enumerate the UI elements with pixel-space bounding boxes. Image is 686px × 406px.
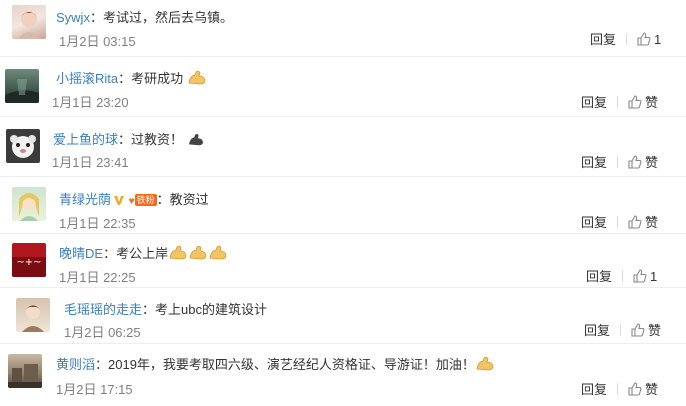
divider [617, 383, 619, 395]
like-count: 1 [654, 32, 662, 47]
reply-button[interactable]: 回复 [581, 215, 607, 230]
thumbs-up-icon [628, 382, 642, 399]
username-link[interactable]: 青绿光荫 [59, 192, 111, 207]
username-link[interactable]: 小摇滚Rita [56, 71, 118, 86]
flexed-biceps-icon [168, 245, 188, 264]
comment-date: 1月1日 22:35 [59, 216, 136, 231]
vip-v-icon [113, 194, 125, 209]
comment-actions: 回复 1 [586, 266, 657, 286]
like-button[interactable]: 赞 [628, 215, 658, 230]
avatar[interactable]: ~+~ [12, 243, 46, 277]
comment-item: 青绿光荫 ♥ 铁粉 ：教资过 1月1日 22:35 回复 赞 [0, 177, 686, 234]
comment-date: 1月2日 17:15 [56, 382, 133, 397]
comment-item: 黄则滔：2019年，我要考取四六级、演艺经纪人资格证、导游证！加油！ 1月2日 … [0, 344, 686, 406]
username-link[interactable]: 晚晴DE [59, 246, 103, 261]
comment-text: ：考公上岸 [103, 246, 169, 261]
comment-actions: 回复 赞 [581, 379, 658, 399]
comment-date: 1月1日 23:20 [52, 95, 129, 110]
reply-button[interactable]: 回复 [590, 32, 616, 47]
comment-line: 毛瑶瑶的走走：考上ubc的建筑设计 [64, 299, 267, 318]
comment-line: 青绿光荫 ♥ 铁粉 ：教资过 [59, 189, 209, 209]
comment-actions: 回复 赞 [581, 152, 658, 172]
like-label: 赞 [645, 215, 659, 230]
divider [617, 216, 619, 228]
flexed-biceps-icon [475, 356, 495, 375]
like-button[interactable]: 1 [633, 269, 657, 284]
like-button[interactable]: 赞 [628, 95, 658, 110]
thumbs-up-icon [637, 32, 651, 49]
comment-item: 毛瑶瑶的走走：考上ubc的建筑设计 1月2日 06:25 回复 赞 [0, 288, 686, 344]
avatar[interactable] [12, 5, 46, 39]
like-button[interactable]: 赞 [631, 323, 661, 338]
comment-text: ：2019年，我要考取四六级、演艺经纪人资格证、导游证！加油！ [95, 357, 475, 372]
divider [620, 324, 622, 336]
comment-line: Sywjx：考试过，然后去乌镇。 [56, 7, 233, 26]
fan-badge: ♥ 铁粉 [129, 192, 157, 207]
comment-date: 1月1日 23:41 [52, 155, 129, 170]
thumbs-up-icon [631, 323, 645, 340]
like-button[interactable]: 赞 [628, 382, 658, 397]
reply-button[interactable]: 回复 [581, 382, 607, 397]
like-label: 赞 [645, 382, 659, 397]
comment-line: 黄则滔：2019年，我要考取四六级、演艺经纪人资格证、导游证！加油！ [56, 354, 495, 375]
heart-icon: ♥ [128, 196, 135, 207]
flexed-biceps-icon [188, 245, 208, 264]
reply-button[interactable]: 回复 [581, 95, 607, 110]
comment-line: 爱上鱼的球：过教资！ [53, 129, 205, 150]
reply-button[interactable]: 回复 [586, 269, 612, 284]
comment-actions: 回复 赞 [584, 320, 661, 340]
comment-actions: 回复 赞 [581, 212, 658, 232]
comment-text: ：考研成功 [118, 71, 184, 86]
comment-item: ~+~ 晚晴DE：考公上岸 1月1日 22:25 回复 1 [0, 234, 686, 288]
comment-text: ：考上ubc的建筑设计 [142, 302, 267, 317]
divider [622, 270, 624, 282]
comment-date: 1月2日 03:15 [59, 34, 136, 49]
reply-button[interactable]: 回复 [581, 155, 607, 170]
comment-line: 小摇滚Rita：考研成功 [56, 68, 207, 89]
svg-text:~+~: ~+~ [16, 257, 41, 268]
avatar[interactable] [16, 298, 50, 332]
comment-actions: 回复 1 [590, 29, 661, 49]
avatar[interactable] [6, 129, 40, 163]
flexed-biceps-icon [187, 133, 205, 150]
username-link[interactable]: 爱上鱼的球 [53, 132, 118, 147]
comment-item: 爱上鱼的球：过教资！ 1月1日 23:41 回复 赞 [0, 117, 686, 177]
comment-item: 小摇滚Rita：考研成功 1月1日 23:20 回复 赞 [0, 57, 686, 117]
like-button[interactable]: 1 [637, 32, 661, 47]
comment-actions: 回复 赞 [581, 92, 658, 112]
thumbs-up-icon [633, 269, 647, 286]
like-count: 1 [650, 269, 658, 284]
thumbs-up-icon [628, 95, 642, 112]
avatar[interactable] [8, 354, 42, 388]
comment-text: ：教资过 [156, 192, 209, 207]
username-link[interactable]: 毛瑶瑶的走走 [64, 302, 142, 317]
comment-line: 晚晴DE：考公上岸 [59, 243, 228, 264]
like-button[interactable]: 赞 [628, 155, 658, 170]
fan-badge-label: 铁粉 [134, 194, 157, 206]
flexed-biceps-icon [208, 245, 228, 264]
divider [626, 33, 628, 45]
username-link[interactable]: 黄则滔 [56, 357, 95, 372]
comment-date: 1月2日 06:25 [64, 325, 141, 340]
comment-text: ：过教资！ [118, 132, 184, 147]
divider [617, 156, 619, 168]
like-label: 赞 [648, 323, 662, 338]
username-link[interactable]: Sywjx [56, 10, 90, 25]
comment-text: ：考试过，然后去乌镇。 [89, 10, 233, 25]
like-label: 赞 [645, 155, 659, 170]
thumbs-up-icon [628, 155, 642, 172]
comment-item: Sywjx：考试过，然后去乌镇。 1月2日 03:15 回复 1 [0, 0, 686, 57]
thumbs-up-icon [628, 215, 642, 232]
flexed-biceps-icon [187, 70, 207, 89]
avatar[interactable] [12, 187, 46, 221]
divider [617, 96, 619, 108]
avatar[interactable] [5, 69, 39, 103]
reply-button[interactable]: 回复 [584, 323, 610, 338]
like-label: 赞 [645, 95, 659, 110]
comment-date: 1月1日 22:25 [59, 270, 136, 285]
